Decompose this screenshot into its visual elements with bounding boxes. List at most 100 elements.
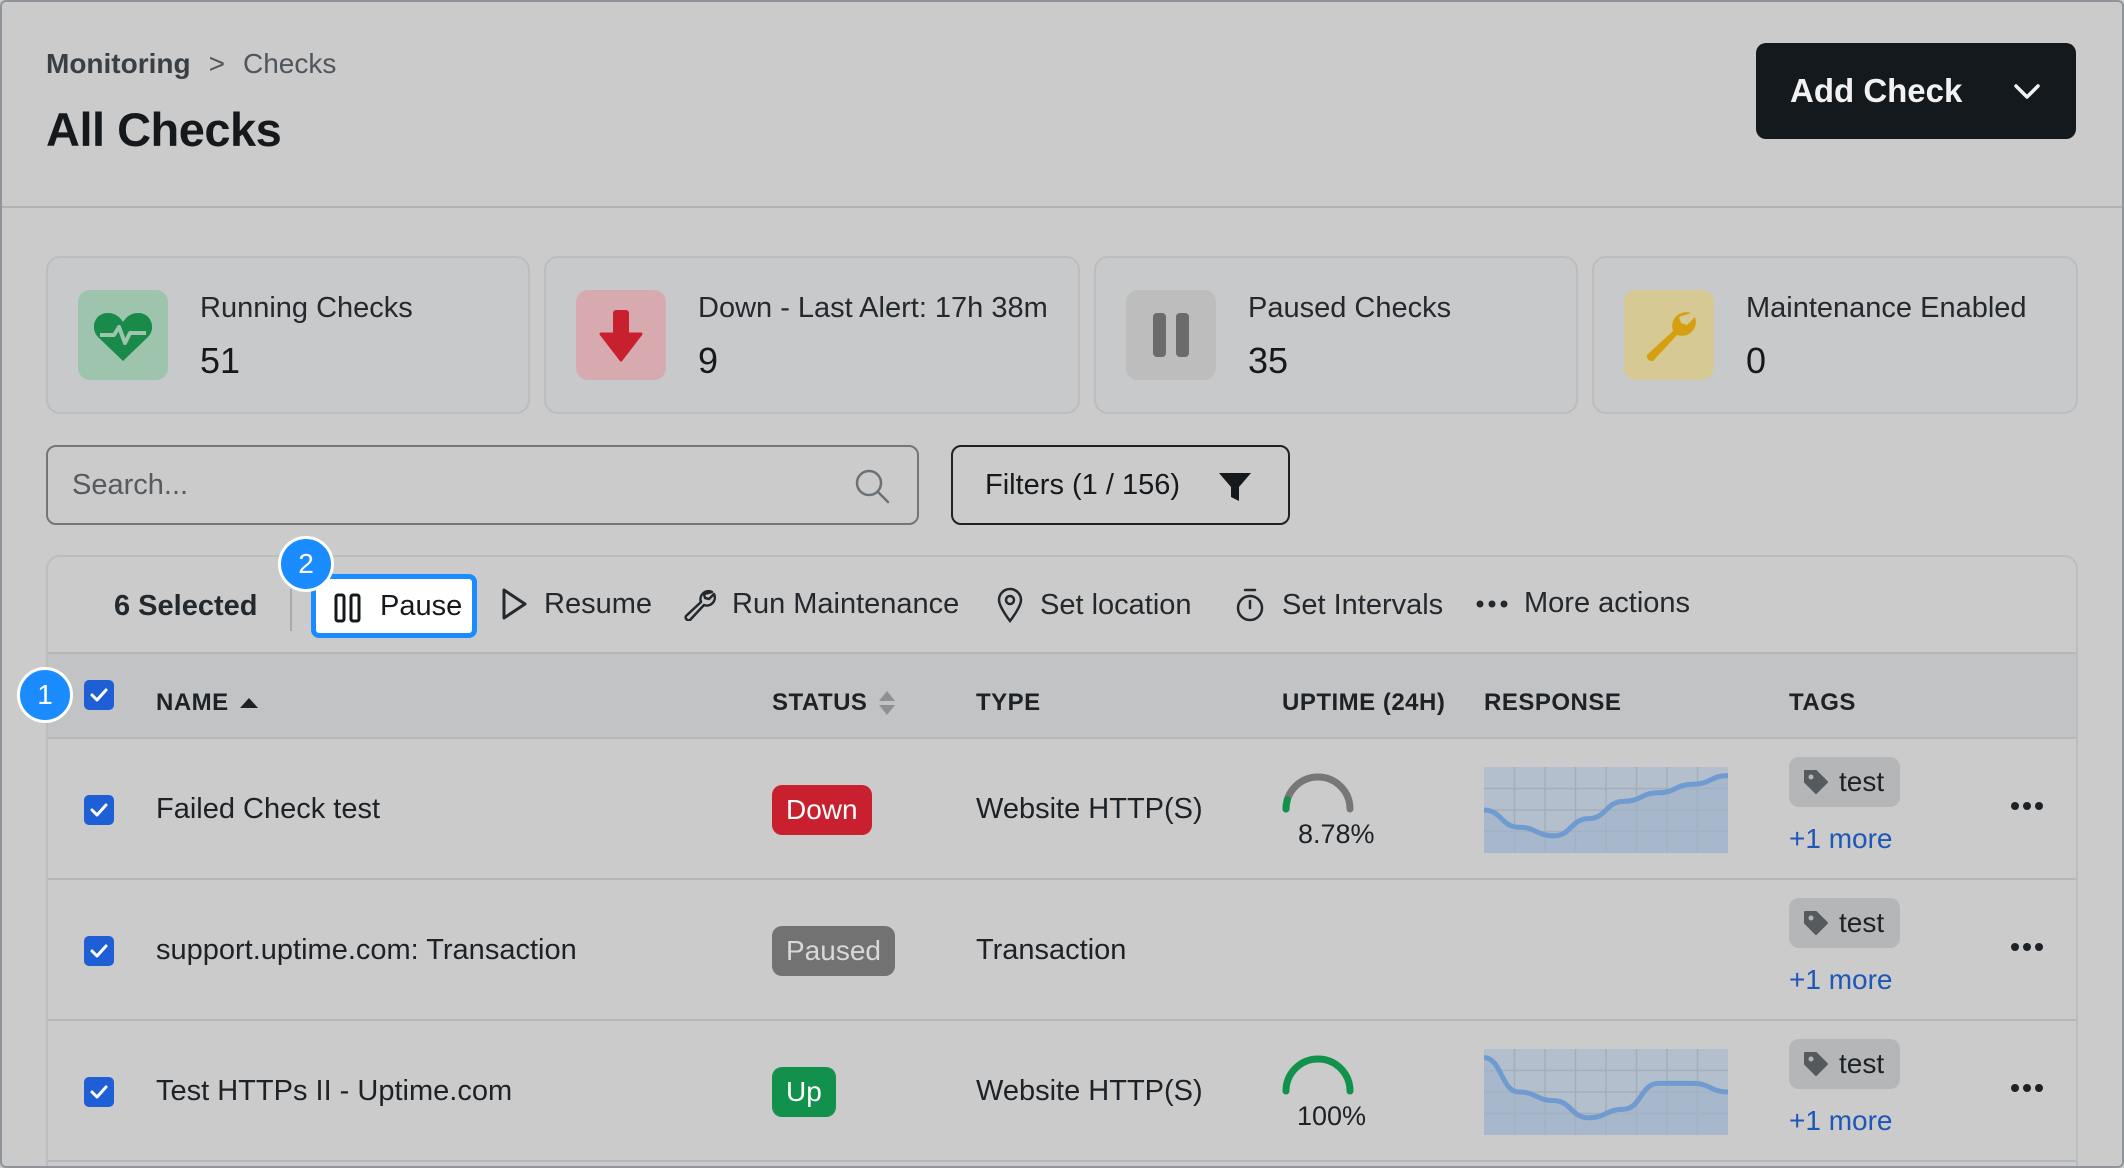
check-type: Transaction <box>976 934 1127 966</box>
stopwatch-icon <box>1236 588 1264 622</box>
table-row[interactable]: Failed Check test Down Website HTTP(S) 8… <box>48 739 2076 880</box>
more-actions-label: More actions <box>1524 587 1691 619</box>
more-actions-button[interactable]: More actions <box>1476 587 1690 620</box>
pause-button[interactable]: Pause <box>311 574 477 638</box>
bulk-action-bar: 6 Selected Pause Resume Run Maintenance … <box>48 557 2076 652</box>
tag-chip[interactable]: test <box>1789 898 1901 948</box>
stat-card-maintenance[interactable]: Maintenance Enabled 0 <box>1592 256 2078 414</box>
app-window: Monitoring > Checks All Checks Add Check… <box>0 0 2124 1168</box>
stat-card-down[interactable]: Down - Last Alert: 17h 38m 9 <box>544 256 1080 414</box>
column-status[interactable]: STATUS <box>772 689 897 717</box>
checkmark-icon <box>90 803 108 817</box>
row-menu-icon[interactable] <box>2010 942 2044 952</box>
set-location-button[interactable]: Set location <box>996 587 1192 623</box>
stat-label: Maintenance Enabled <box>1746 292 2027 324</box>
play-icon <box>502 588 527 620</box>
tag-chip[interactable]: test <box>1789 757 1901 807</box>
stat-value: 9 <box>698 340 719 381</box>
run-maintenance-button[interactable]: Run Maintenance <box>682 587 959 621</box>
table-row[interactable]: Test HTTPs II - Uptime.com Up Website HT… <box>48 1021 2076 1162</box>
search-input[interactable] <box>72 463 852 507</box>
column-response: RESPONSE <box>1484 689 1622 716</box>
add-check-button[interactable]: Add Check <box>1756 43 2076 139</box>
filters-button[interactable]: Filters (1 / 156) <box>951 445 1290 525</box>
checks-table: 6 Selected Pause Resume Run Maintenance … <box>46 555 2078 1166</box>
uptime-gauge <box>1282 1055 1354 1095</box>
set-intervals-label: Set Intervals <box>1282 588 1444 621</box>
row-checkbox[interactable] <box>84 936 114 966</box>
tag-icon <box>1804 770 1828 794</box>
run-maintenance-label: Run Maintenance <box>732 587 960 620</box>
row-checkbox[interactable] <box>84 1077 114 1107</box>
table-row[interactable]: support.uptime.com: Transaction Paused T… <box>48 880 2076 1021</box>
more-tags-link[interactable]: +1 more <box>1789 1105 1893 1137</box>
stat-value: 0 <box>1746 340 1767 381</box>
pause-label: Pause <box>380 589 463 622</box>
check-name[interactable]: support.uptime.com: Transaction <box>156 934 577 967</box>
selected-count: 6 Selected <box>114 590 258 622</box>
breadcrumb-checks: Checks <box>242 48 337 79</box>
step-marker-1: 1 <box>17 667 73 723</box>
stat-card-paused[interactable]: Paused Checks 35 <box>1094 256 1578 414</box>
stat-card-running[interactable]: Running Checks 51 <box>46 256 530 414</box>
column-type: TYPE <box>976 689 1041 716</box>
map-pin-icon <box>997 587 1023 623</box>
tag-icon <box>1804 911 1828 935</box>
resume-button[interactable]: Resume <box>500 587 652 621</box>
row-menu-icon[interactable] <box>2010 1083 2044 1093</box>
status-badge: Down <box>772 785 872 835</box>
tag-label: test <box>1839 1048 1885 1079</box>
status-badge: Paused <box>772 926 895 976</box>
check-name[interactable]: Test HTTPs II - Uptime.com <box>156 1075 512 1108</box>
arrow-down-icon <box>576 290 666 380</box>
uptime-value: 8.78% <box>1298 819 1375 849</box>
column-name[interactable]: NAME <box>156 689 259 717</box>
row-menu-icon[interactable] <box>2010 801 2044 811</box>
check-type: Website HTTP(S) <box>976 793 1203 825</box>
pause-icon <box>1126 290 1216 380</box>
page-header: Monitoring > Checks All Checks Add Check <box>2 2 2122 208</box>
tag-label: test <box>1839 766 1885 797</box>
status-badge: Up <box>772 1067 836 1117</box>
column-name-label: NAME <box>156 689 229 716</box>
column-status-label: STATUS <box>772 689 868 716</box>
stat-label: Running Checks <box>200 292 413 324</box>
checkmark-icon <box>90 688 108 702</box>
add-check-label: Add Check <box>1790 72 1963 109</box>
breadcrumb-separator: > <box>208 48 225 79</box>
sort-icon <box>879 691 896 715</box>
breadcrumb-monitoring[interactable]: Monitoring <box>46 48 191 80</box>
page-title: All Checks <box>46 103 282 156</box>
more-tags-link[interactable]: +1 more <box>1789 964 1893 996</box>
select-all-checkbox[interactable] <box>84 680 114 710</box>
sort-ascending-icon <box>239 698 258 708</box>
wrench-icon <box>684 589 716 621</box>
gauge-fill <box>1282 796 1291 813</box>
uptime-gauge <box>1282 773 1354 813</box>
filter-icon <box>1219 473 1251 501</box>
stat-label: Paused Checks <box>1248 292 1452 324</box>
checkmark-icon <box>90 1085 108 1099</box>
search-icon[interactable] <box>853 467 891 505</box>
set-intervals-button[interactable]: Set Intervals <box>1234 587 1443 623</box>
response-sparkline <box>1484 1049 1728 1135</box>
heartbeat-icon <box>78 290 168 380</box>
table-header: NAME STATUS TYPE UPTIME (24H) RESPONSE T… <box>48 652 2076 739</box>
ellipsis-icon <box>1476 600 1508 607</box>
resume-label: Resume <box>544 587 652 620</box>
step-marker-2: 2 <box>278 536 334 592</box>
chevron-down-icon[interactable] <box>2012 77 2042 107</box>
row-checkbox[interactable] <box>84 795 114 825</box>
uptime-value: 100% <box>1297 1101 1367 1131</box>
column-uptime: UPTIME (24H) <box>1282 689 1446 716</box>
check-name[interactable]: Failed Check test <box>156 793 380 826</box>
stat-value: 35 <box>1248 340 1289 381</box>
response-sparkline <box>1484 767 1728 853</box>
divider <box>290 589 292 631</box>
more-tags-link[interactable]: +1 more <box>1789 823 1893 855</box>
checkmark-icon <box>90 944 108 958</box>
check-type: Website HTTP(S) <box>976 1075 1203 1107</box>
wrench-icon <box>1624 290 1714 380</box>
gauge-track <box>1282 773 1354 813</box>
tag-chip[interactable]: test <box>1789 1039 1901 1089</box>
